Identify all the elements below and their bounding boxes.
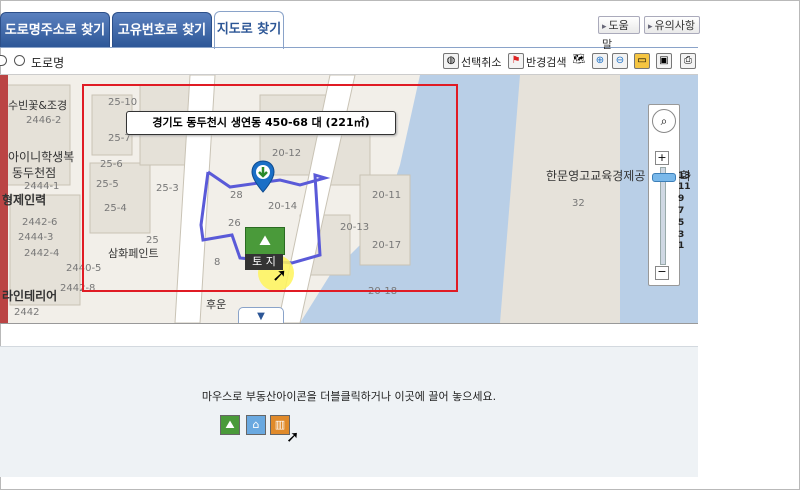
radius-search-label[interactable]: 반경검색 <box>526 54 566 70</box>
lot-label: 2442-6 <box>22 217 58 228</box>
magnify-map-icon[interactable]: ⌕ <box>652 109 676 133</box>
print-icon[interactable]: ⎙ <box>680 53 696 69</box>
lot-label: 2442-4 <box>24 248 60 259</box>
place-label: 후운 <box>206 298 227 311</box>
place-label: 수빈꽃&조경 <box>8 99 68 112</box>
place-label: 형제인력 <box>2 193 47 207</box>
zoom-level: 1 <box>678 241 685 251</box>
tab-map[interactable]: 지도로 찾기 <box>214 11 284 49</box>
cursor-icon: ➚ <box>272 265 288 286</box>
scroll-map-icon[interactable]: 🗺 <box>571 53 587 69</box>
location-pin-icon[interactable] <box>251 160 275 194</box>
zoom-level: 9 <box>678 194 685 204</box>
map-view[interactable]: 수빈꽃&조경 아이니학생복 동두천점 형제인력 삼화페인트 후운 한문영고교육경… <box>0 75 698 324</box>
lot-label: 2442 <box>14 307 40 318</box>
zoom-out-icon[interactable]: ⊖ <box>612 53 628 69</box>
tab-divider <box>0 47 698 48</box>
drag-cursor-icon: ➚ <box>286 427 300 446</box>
building-icon[interactable]: ⌂ <box>246 415 266 435</box>
lot-label: 2444-3 <box>18 232 54 243</box>
land-icon[interactable]: ⛰ <box>220 415 240 435</box>
place-label: 동두천점 <box>12 166 57 180</box>
map-toolbar: 도로명 ◍ 선택취소 ⚑ 반경검색 🗺 ⊕ ⊖ ▭ ▣ ⎙ <box>0 50 698 75</box>
drop-instruction: 마우스로 부동산아이콘을 더블클릭하거나 이곳에 끌어 놓으세요. <box>201 390 497 403</box>
help-button[interactable]: ▸ 도움말 <box>598 16 640 51</box>
flag-icon[interactable]: ⚑ <box>508 53 524 69</box>
zoom-level: 3 <box>678 230 685 240</box>
notice-label: 유의사항 <box>654 19 696 32</box>
lot-label: 32 <box>572 198 585 209</box>
zoom-in-icon[interactable]: ⊕ <box>592 53 608 69</box>
collapse-toggle[interactable]: ▼ <box>238 307 284 323</box>
zoom-plus-button[interactable]: + <box>655 151 669 165</box>
zoom-control[interactable]: ⌕ + − <box>648 104 680 286</box>
zoom-minus-button[interactable]: − <box>655 266 669 280</box>
arrow-right-icon: ▸ <box>602 22 607 32</box>
tab-road-address[interactable]: 도로명주소로 찾기 <box>0 12 110 48</box>
place-label: 라인테리어 <box>2 289 58 303</box>
drop-panel[interactable]: 마우스로 부동산아이콘을 더블클릭하거나 이곳에 끌어 놓으세요. ⛰ ⌂ ▥ … <box>0 346 698 477</box>
lot-label: 2444-1 <box>24 181 60 192</box>
place-label: 아이니학생복 <box>8 150 75 164</box>
deselect-icon[interactable]: ◍ <box>443 53 459 69</box>
road-radio-label: 도로명 <box>31 56 65 70</box>
measure-distance-icon[interactable]: ▭ <box>634 53 650 69</box>
tab-unique-number[interactable]: 고유번호로 찾기 <box>112 12 212 48</box>
address-tooltip: 경기도 동두천시 생연동 450-68 대 (221㎡) <box>126 111 396 135</box>
zoom-level: 7 <box>678 206 685 216</box>
land-marker-icon[interactable]: ⛰ <box>245 227 285 255</box>
zoom-level: 13 <box>678 171 691 181</box>
triangle-down-icon: ▼ <box>257 311 265 322</box>
lot-label: 2446-2 <box>26 115 62 126</box>
measure-area-icon[interactable]: ▣ <box>656 53 672 69</box>
place-label: 한문영고교육경제공 <box>546 169 646 183</box>
deselect-label[interactable]: 선택취소 <box>461 54 501 70</box>
notice-button[interactable]: ▸ 유의사항 <box>644 16 700 34</box>
radio-partial[interactable] <box>0 55 7 66</box>
zoom-slider-handle[interactable] <box>652 173 676 182</box>
zoom-level: 11 <box>678 182 691 192</box>
zoom-level: 5 <box>678 218 685 228</box>
radio-road[interactable] <box>14 55 25 66</box>
arrow-right-icon: ▸ <box>648 22 653 32</box>
